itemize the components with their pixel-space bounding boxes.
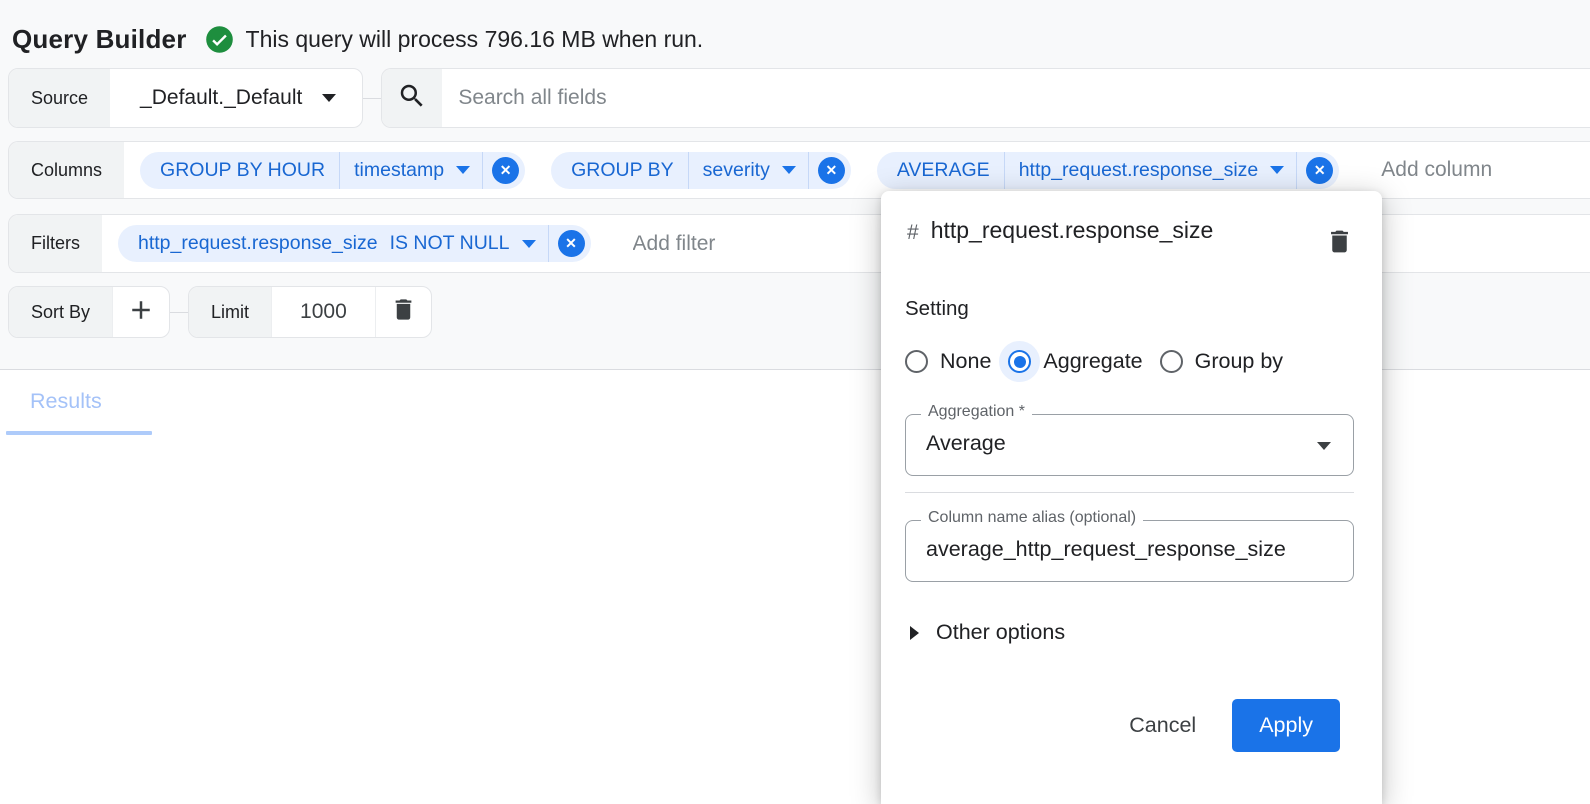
radio-none-label: None [940, 349, 991, 374]
column-chip-timestamp[interactable]: GROUP BY HOUR timestamp ✕ [140, 152, 525, 189]
column-alias-field[interactable]: Column name alias (optional) average_htt… [905, 520, 1354, 582]
chevron-down-icon [1317, 442, 1331, 450]
alias-field-label: Column name alias (optional) [921, 509, 1143, 527]
source-select-value: _Default._Default [140, 86, 302, 110]
search-field-wrap [442, 69, 1590, 127]
radio-none[interactable]: None [905, 349, 991, 374]
radio-circle-icon [1160, 350, 1183, 373]
chip-separator [808, 152, 809, 189]
source-group: Source _Default._Default [8, 68, 363, 128]
tab-indicator [6, 431, 152, 435]
query-builder-panel: Query Builder This query will process 79… [0, 0, 1590, 804]
trash-icon [1325, 244, 1354, 259]
aggregation-select[interactable]: Aggregation * Average [905, 414, 1354, 476]
chip-operator: AVERAGE [877, 159, 1004, 182]
tab-results[interactable]: Results [30, 389, 152, 435]
dialog-footer: Cancel Apply [905, 699, 1354, 752]
search-group [381, 68, 1590, 128]
remove-chip-button[interactable]: ✕ [558, 230, 585, 257]
limit-value-input[interactable] [271, 287, 375, 337]
trash-icon [390, 296, 417, 328]
connector-line [170, 312, 188, 313]
chip-field-value: severity [703, 159, 770, 182]
column-settings-dialog: # http_request.response_size Setting Non… [881, 191, 1382, 804]
search-icon-cell [382, 69, 442, 127]
setting-radio-group: None Aggregate Group by [905, 349, 1354, 374]
chip-field-value: http_request.response_size [1019, 159, 1259, 182]
other-options-expander[interactable]: Other options [905, 620, 1354, 645]
dialog-header: # http_request.response_size [905, 213, 1354, 259]
chevron-down-icon [322, 94, 336, 102]
limit-group: Limit [188, 286, 432, 338]
filter-field-value: http_request.response_size [138, 232, 378, 255]
chevron-down-icon [1270, 166, 1284, 174]
chevron-down-icon [456, 166, 470, 174]
column-chip-severity[interactable]: GROUP BY severity ✕ [551, 152, 851, 189]
column-chip-response-size[interactable]: AVERAGE http_request.response_size ✕ [877, 152, 1339, 189]
cancel-button[interactable]: Cancel [1107, 700, 1218, 751]
page-title: Query Builder [12, 24, 187, 55]
sort-by-label: Sort By [9, 287, 112, 337]
remove-chip-button[interactable]: ✕ [492, 157, 519, 184]
remove-limit-button[interactable] [375, 287, 431, 337]
alias-field-value: average_http_request_response_size [926, 537, 1338, 562]
radio-aggregate-label: Aggregate [1043, 349, 1142, 374]
dialog-title: http_request.response_size [931, 213, 1261, 248]
plus-icon [126, 295, 156, 330]
columns-label: Columns [9, 142, 124, 198]
search-icon [397, 81, 427, 116]
query-process-status: This query will process 796.16 MB when r… [246, 26, 704, 53]
chip-operator: GROUP BY HOUR [140, 159, 339, 182]
add-column-input[interactable] [1365, 158, 1535, 182]
radio-aggregate[interactable]: Aggregate [1008, 349, 1142, 374]
remove-chip-button[interactable]: ✕ [818, 157, 845, 184]
chip-separator [482, 152, 483, 189]
search-all-fields-input[interactable] [442, 86, 1590, 110]
aggregation-field-label: Aggregation * [921, 403, 1032, 421]
numeric-type-icon: # [907, 221, 919, 245]
divider [905, 492, 1354, 493]
add-filter-input[interactable] [617, 232, 787, 256]
chip-operator: GROUP BY [551, 159, 688, 182]
radio-group-by-label: Group by [1195, 349, 1283, 374]
radio-circle-icon [905, 350, 928, 373]
chevron-down-icon [782, 166, 796, 174]
filters-label: Filters [9, 215, 102, 272]
chip-field-dropdown[interactable]: http_request.response_size [1005, 159, 1297, 182]
delete-column-button[interactable] [1325, 227, 1354, 259]
limit-label: Limit [189, 287, 271, 337]
remove-chip-button[interactable]: ✕ [1306, 157, 1333, 184]
other-options-label: Other options [936, 620, 1065, 645]
radio-group-by[interactable]: Group by [1160, 349, 1283, 374]
source-label: Source [9, 69, 110, 127]
chip-field-dropdown[interactable]: timestamp [340, 159, 482, 182]
tab-results-label: Results [30, 389, 102, 413]
filter-chip-dropdown[interactable]: http_request.response_size IS NOT NULL [118, 232, 548, 255]
columns-chip-area: GROUP BY HOUR timestamp ✕ GROUP BY [124, 142, 1590, 198]
check-circle-icon [205, 25, 234, 54]
chip-field-dropdown[interactable]: severity [689, 159, 808, 182]
aggregation-field-value: Average [926, 431, 1006, 456]
chevron-down-icon [522, 240, 536, 248]
chip-separator [1296, 152, 1297, 189]
chip-field-value: timestamp [354, 159, 444, 182]
source-select[interactable]: _Default._Default [110, 69, 362, 127]
add-sort-button[interactable] [112, 287, 169, 337]
source-row: Source _Default._Default [8, 68, 1590, 128]
setting-heading: Setting [905, 297, 1354, 321]
arrow-right-icon [910, 626, 919, 640]
radio-selected-icon [1008, 350, 1031, 373]
filter-operator-value: IS NOT NULL [390, 232, 510, 255]
apply-button[interactable]: Apply [1232, 699, 1340, 752]
chip-separator [548, 225, 549, 262]
filter-chip-response-size[interactable]: http_request.response_size IS NOT NULL ✕ [118, 225, 591, 262]
header-bar: Query Builder This query will process 79… [0, 0, 1590, 58]
connector-line [363, 98, 381, 99]
sort-by-group: Sort By [8, 286, 170, 338]
